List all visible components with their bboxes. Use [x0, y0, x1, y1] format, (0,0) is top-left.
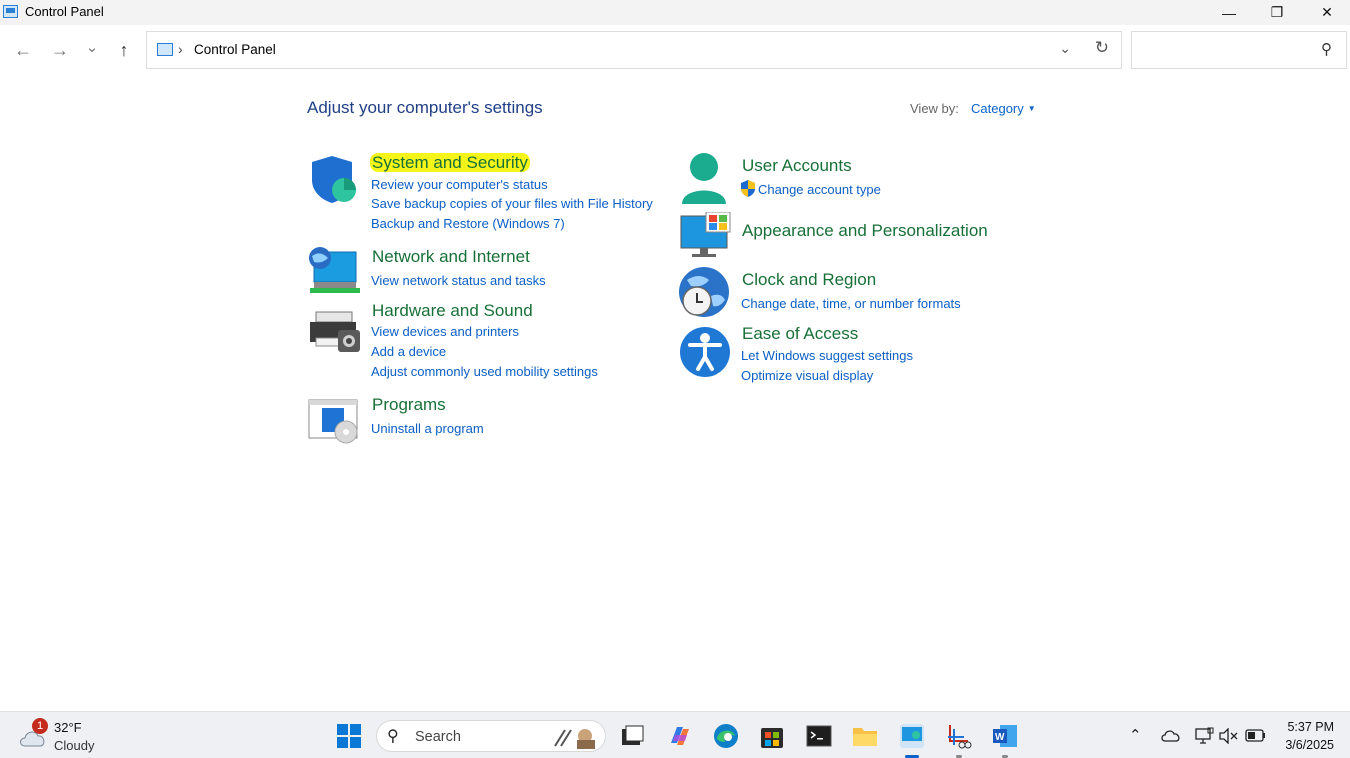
display-network-icon[interactable] [1195, 727, 1215, 745]
link-file-history[interactable]: Save backup copies of your files with Fi… [371, 196, 653, 211]
clock-globe-icon [679, 267, 729, 317]
onedrive-icon[interactable] [1161, 729, 1181, 743]
view-by-dropdown[interactable]: Category ▼ [971, 101, 1036, 116]
snipping-tool-icon[interactable] [946, 723, 972, 749]
category-hardware-and-sound[interactable]: Hardware and Sound [372, 301, 533, 321]
store-icon[interactable] [759, 723, 785, 749]
up-button[interactable]: ↑ [111, 38, 137, 62]
search-box[interactable]: ⚲ [1131, 31, 1347, 69]
category-ease-of-access[interactable]: Ease of Access [742, 324, 858, 344]
view-by-label: View by: [910, 101, 959, 116]
taskbar-search-label: Search [415, 729, 461, 745]
link-change-account-type[interactable]: Change account type [758, 182, 881, 197]
word-icon[interactable]: W [992, 723, 1018, 749]
window-title: Control Panel [25, 4, 104, 19]
back-button[interactable]: ← [10, 38, 36, 62]
close-button[interactable]: ✕ [1304, 0, 1350, 25]
file-explorer-icon[interactable] [852, 723, 878, 749]
show-hidden-icons-chevron-icon[interactable]: ⌃ [1129, 726, 1142, 744]
link-network-status[interactable]: View network status and tasks [371, 273, 546, 288]
link-mobility-settings[interactable]: Adjust commonly used mobility settings [371, 364, 598, 379]
recent-locations-button[interactable]: ⌄ [79, 35, 105, 59]
search-highlight-icon [554, 729, 595, 749]
breadcrumb-separator: › [178, 41, 183, 57]
link-add-device[interactable]: Add a device [371, 344, 446, 359]
category-user-accounts[interactable]: User Accounts [742, 156, 852, 176]
printer-icon [310, 311, 360, 352]
breadcrumb-control-panel[interactable]: Control Panel [194, 42, 276, 57]
category-title: System and Security [370, 153, 530, 172]
volume-muted-icon[interactable] [1219, 728, 1239, 744]
user-icon [682, 153, 726, 204]
edge-icon[interactable] [713, 723, 739, 749]
control-panel-icon [157, 43, 173, 56]
control-panel-icon [3, 5, 18, 18]
uac-shield-icon [741, 180, 755, 197]
dropdown-caret-icon: ▼ [1027, 104, 1036, 113]
weather-condition: Cloudy [54, 738, 95, 753]
refresh-button[interactable]: ↻ [1095, 38, 1109, 58]
network-icon [309, 247, 360, 293]
category-programs[interactable]: Programs [372, 395, 446, 415]
control-panel-taskbar-icon[interactable] [899, 723, 925, 749]
link-uninstall-program[interactable]: Uninstall a program [371, 421, 484, 436]
link-backup-restore[interactable]: Backup and Restore (Windows 7) [371, 216, 565, 231]
shield-icon [312, 156, 356, 203]
category-clock-and-region[interactable]: Clock and Region [742, 270, 876, 290]
terminal-icon[interactable] [806, 723, 832, 749]
copilot-icon[interactable] [667, 723, 693, 749]
link-review-status[interactable]: Review your computer's status [371, 177, 548, 192]
weather-temperature: 32°F [54, 720, 82, 735]
address-bar[interactable]: › Control Panel ⌄ ↻ [146, 31, 1122, 69]
clock-date[interactable]: 3/6/2025 [1285, 738, 1334, 752]
battery-icon[interactable] [1245, 729, 1267, 743]
link-change-date-time-formats[interactable]: Change date, time, or number formats [741, 296, 961, 311]
forward-button[interactable]: → [47, 38, 73, 62]
title-bar: Control Panel — ❐ ✕ [0, 0, 1350, 25]
page-heading: Adjust your computer's settings [307, 98, 543, 117]
taskbar: 1 32°F Cloudy ⚲ Search W ⌃ 5:37 PM 3/6/2… [0, 711, 1350, 758]
search-icon: ⚲ [1321, 41, 1332, 58]
svg-text:W: W [995, 732, 1005, 743]
weather-alert-badge: 1 [32, 718, 48, 734]
taskbar-search[interactable]: ⚲ Search [376, 720, 606, 752]
category-appearance-personalization[interactable]: Appearance and Personalization [742, 221, 988, 241]
address-dropdown-button[interactable]: ⌄ [1059, 40, 1071, 57]
category-system-and-security[interactable]: System and Security [370, 153, 530, 173]
navigation-bar: ← → ⌄ ↑ › Control Panel ⌄ ↻ ⚲ [0, 25, 1350, 75]
restore-button[interactable]: ❐ [1254, 0, 1300, 25]
category-network-and-internet[interactable]: Network and Internet [372, 247, 530, 267]
programs-icon [308, 399, 358, 444]
search-icon: ⚲ [387, 728, 399, 745]
clock-time[interactable]: 5:37 PM [1287, 720, 1334, 734]
link-devices-printers[interactable]: View devices and printers [371, 324, 519, 339]
monitor-icon [680, 212, 731, 257]
accessibility-icon [680, 327, 730, 377]
start-button[interactable] [336, 723, 362, 749]
link-optimize-visual-display[interactable]: Optimize visual display [741, 368, 873, 383]
link-suggest-settings[interactable]: Let Windows suggest settings [741, 348, 913, 363]
minimize-button[interactable]: — [1206, 0, 1252, 25]
task-view-icon[interactable] [619, 723, 645, 749]
view-by-value: Category [971, 101, 1024, 116]
